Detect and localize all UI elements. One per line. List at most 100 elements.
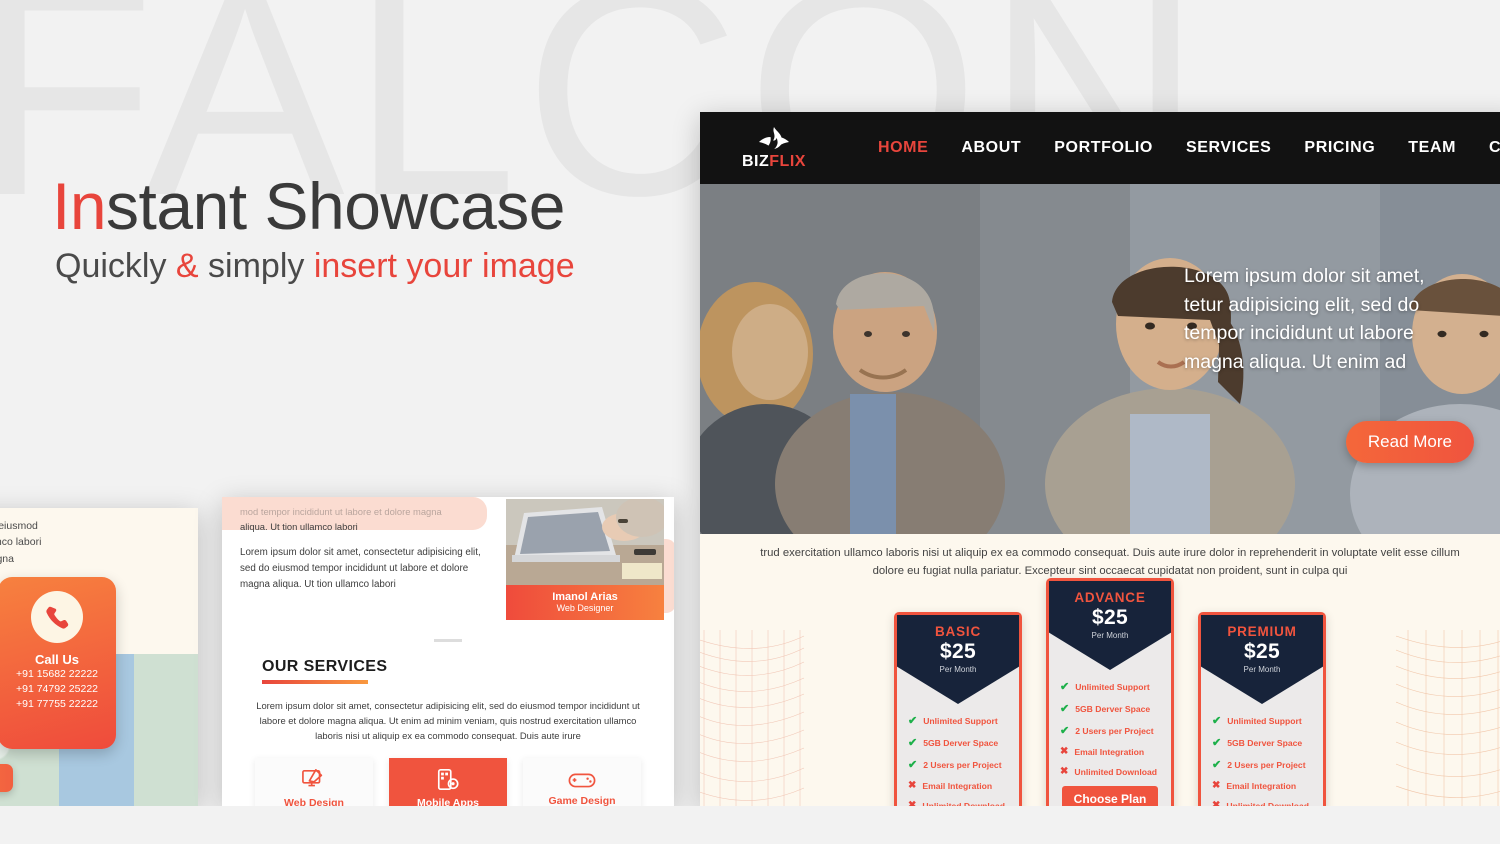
pricing-plan-premium[interactable]: PREMIUM $25 Per Month ✔ Unlimited Support… <box>1198 612 1326 806</box>
hero-line: magna aliqua. Ut enim ad <box>1184 350 1407 373</box>
contact-mockup-card: icing elit, sed do eiusmod qua. Ut tion … <box>0 508 198 806</box>
check-icon: ✔ <box>1060 703 1070 715</box>
phone-number[interactable]: +91 74792 25222 <box>0 682 116 697</box>
contact-blurb: icing elit, sed do eiusmod qua. Ut tion … <box>0 508 198 567</box>
main-website-mockup: BIZFLIX HOME ABOUT PORTFOLIO SERVICES PR… <box>700 112 1500 806</box>
services-text-column: mod tempor incididunt ut labore et dolor… <box>222 497 500 631</box>
nav-item-services[interactable]: SERVICES <box>1186 139 1271 157</box>
read-more-button[interactable]: Read More <box>1345 421 1474 463</box>
service-tile-label: Web Design <box>284 797 344 806</box>
site-navbar: BIZFLIX HOME ABOUT PORTFOLIO SERVICES PR… <box>700 112 1500 184</box>
page-title-accent: In <box>52 169 107 243</box>
page-title-rest: stant Showcase <box>106 169 565 243</box>
cross-icon: ✖ <box>1212 780 1221 791</box>
phone-number[interactable]: +91 15682 22222 <box>0 667 116 682</box>
service-tile-mobile-apps[interactable]: Mobile Apps <box>389 757 507 806</box>
services-top-section: mod tempor incididunt ut labore et dolor… <box>222 497 674 631</box>
nav-item-pricing[interactable]: PRICING <box>1304 139 1375 157</box>
page-subtitle: Quickly & simply insert your image <box>55 247 575 286</box>
plan-feature: ✖ Email Integration <box>1060 746 1171 757</box>
plan-feature: ✔ 5GB Derver Space <box>1060 702 1171 715</box>
bottom-background-strip <box>0 806 1500 844</box>
plan-period: Per Month <box>939 665 977 674</box>
flame-icon <box>758 127 789 149</box>
pricing-blurb: trud exercitation ullamco laboris nisi u… <box>760 547 1460 578</box>
subtitle-accent: insert your image <box>313 247 575 285</box>
contact-blurb-line: ore et dolore magna <box>0 552 14 565</box>
plan-feature: ✔ 5GB Derver Space <box>908 736 1019 749</box>
subtitle-ampersand: & <box>175 247 199 285</box>
services-tiles: Web Design Mobile Apps Game Design <box>222 744 674 806</box>
plan-feature: ✔ 5GB Derver Space <box>1212 736 1323 749</box>
hero-headline: Lorem ipsum dolor sit amet, tetur adipis… <box>1184 262 1500 377</box>
subtitle-part2: simply <box>198 247 314 285</box>
plan-period: Per Month <box>1243 665 1281 674</box>
plan-feature-label: Unlimited Support <box>1075 681 1150 692</box>
hero-line: tempor incididunt ut labore <box>1184 322 1414 345</box>
logo-flix: FLIX <box>769 153 806 170</box>
subscribe-button[interactable]: Subscribe <box>0 764 14 792</box>
gamepad-icon <box>568 773 596 788</box>
plan-name: ADVANCE <box>1074 590 1146 605</box>
pricing-plan-advance[interactable]: ADVANCE $25 Per Month ✔ Unlimited Support… <box>1046 578 1174 806</box>
plan-feature-label: Unlimited Support <box>1227 715 1302 726</box>
plan-feature-label: 2 Users per Project <box>923 759 1002 770</box>
check-icon: ✔ <box>908 715 918 727</box>
plan-feature: ✔ 2 Users per Project <box>1060 724 1171 737</box>
plan-price: $25 <box>940 640 976 663</box>
check-icon: ✔ <box>908 737 918 749</box>
nav-item-about[interactable]: ABOUT <box>961 139 1021 157</box>
designer-caption: Imanol Arias Web Designer <box>506 585 664 620</box>
subtitle-part1: Quickly <box>55 247 176 285</box>
check-icon: ✔ <box>1212 759 1222 771</box>
section-divider <box>434 639 462 642</box>
plan-feature-label: 5GB Derver Space <box>923 737 999 748</box>
call-us-card[interactable]: Call Us +91 15682 22222 +91 74792 25222 … <box>0 577 116 749</box>
plan-price: $25 <box>1092 606 1128 629</box>
page-title: Instant Showcase <box>52 168 565 244</box>
cross-icon: ✖ <box>1060 746 1069 757</box>
check-icon: ✔ <box>1060 681 1070 693</box>
plan-feature: ✔ Unlimited Support <box>908 714 1019 727</box>
plan-feature: ✖ Unlimited Download <box>1060 766 1171 777</box>
plan-feature-label: 5GB Derver Space <box>1227 737 1303 748</box>
hero-section: Lorem ipsum dolor sit amet, tetur adipis… <box>700 184 1500 534</box>
phone-icon <box>46 606 69 629</box>
services-cut-line: aliqua. Ut tion ullamco labori <box>240 520 358 532</box>
plan-feature-label: Email Integration <box>1226 780 1297 791</box>
plan-name: BASIC <box>934 624 981 639</box>
site-logo[interactable]: BIZFLIX <box>742 126 806 170</box>
phone-number[interactable]: +91 77755 22222 <box>0 697 116 712</box>
service-tile-label: Mobile Apps <box>416 797 480 806</box>
plan-features: ✔ Unlimited Support ✔ 5GB Derver Space ✔ 2 … <box>897 704 1019 806</box>
service-tile-label: Game Design <box>548 795 616 806</box>
plan-features: ✔ Unlimited Support ✔ 5GB Derver Space ✔ 2 … <box>1049 670 1171 777</box>
check-icon: ✔ <box>1212 715 1222 727</box>
plan-period: Per Month <box>1091 631 1129 640</box>
service-tile-web-design[interactable]: Web Design <box>255 757 373 806</box>
designer-photo <box>506 497 668 585</box>
plan-feature: ✔ Unlimited Support <box>1060 680 1171 693</box>
plan-price: $25 <box>1244 640 1280 663</box>
nav-item-clients[interactable]: CLIENTS <box>1489 139 1500 157</box>
service-tile-game-design[interactable]: Game Design <box>523 757 641 806</box>
services-paragraph: Lorem ipsum dolor sit amet, consectetur … <box>240 547 481 590</box>
contact-blurb-line: qua. Ut tion ullamco labori <box>0 536 42 549</box>
plan-header: PREMIUM $25 Per Month <box>1201 615 1323 704</box>
plan-feature: ✖ Email Integration <box>908 780 1019 791</box>
call-us-title: Call Us <box>34 652 80 667</box>
choose-plan-button[interactable]: Choose Plan <box>1061 786 1159 806</box>
nav-item-home[interactable]: HOME <box>878 139 928 157</box>
contact-blurb-line: icing elit, sed do eiusmod <box>0 520 38 532</box>
plan-feature-label: 2 Users per Project <box>1227 759 1306 770</box>
pricing-section: trud exercitation ullamco laboris nisi u… <box>700 534 1500 806</box>
pricing-plan-basic[interactable]: BASIC $25 Per Month ✔ Unlimited Support ✔… <box>894 612 1022 806</box>
check-icon: ✔ <box>1060 725 1070 737</box>
nav-item-team[interactable]: TEAM <box>1408 139 1456 157</box>
services-mockup-card: mod tempor incididunt ut labore et dolor… <box>222 497 674 806</box>
plan-feature-label: 5GB Derver Space <box>1075 703 1151 714</box>
nav-item-portfolio[interactable]: PORTFOLIO <box>1054 139 1153 157</box>
plan-header: ADVANCE $25 Per Month <box>1049 581 1171 670</box>
plan-feature-label: Unlimited Download <box>1074 766 1157 777</box>
cross-icon: ✖ <box>908 780 917 791</box>
